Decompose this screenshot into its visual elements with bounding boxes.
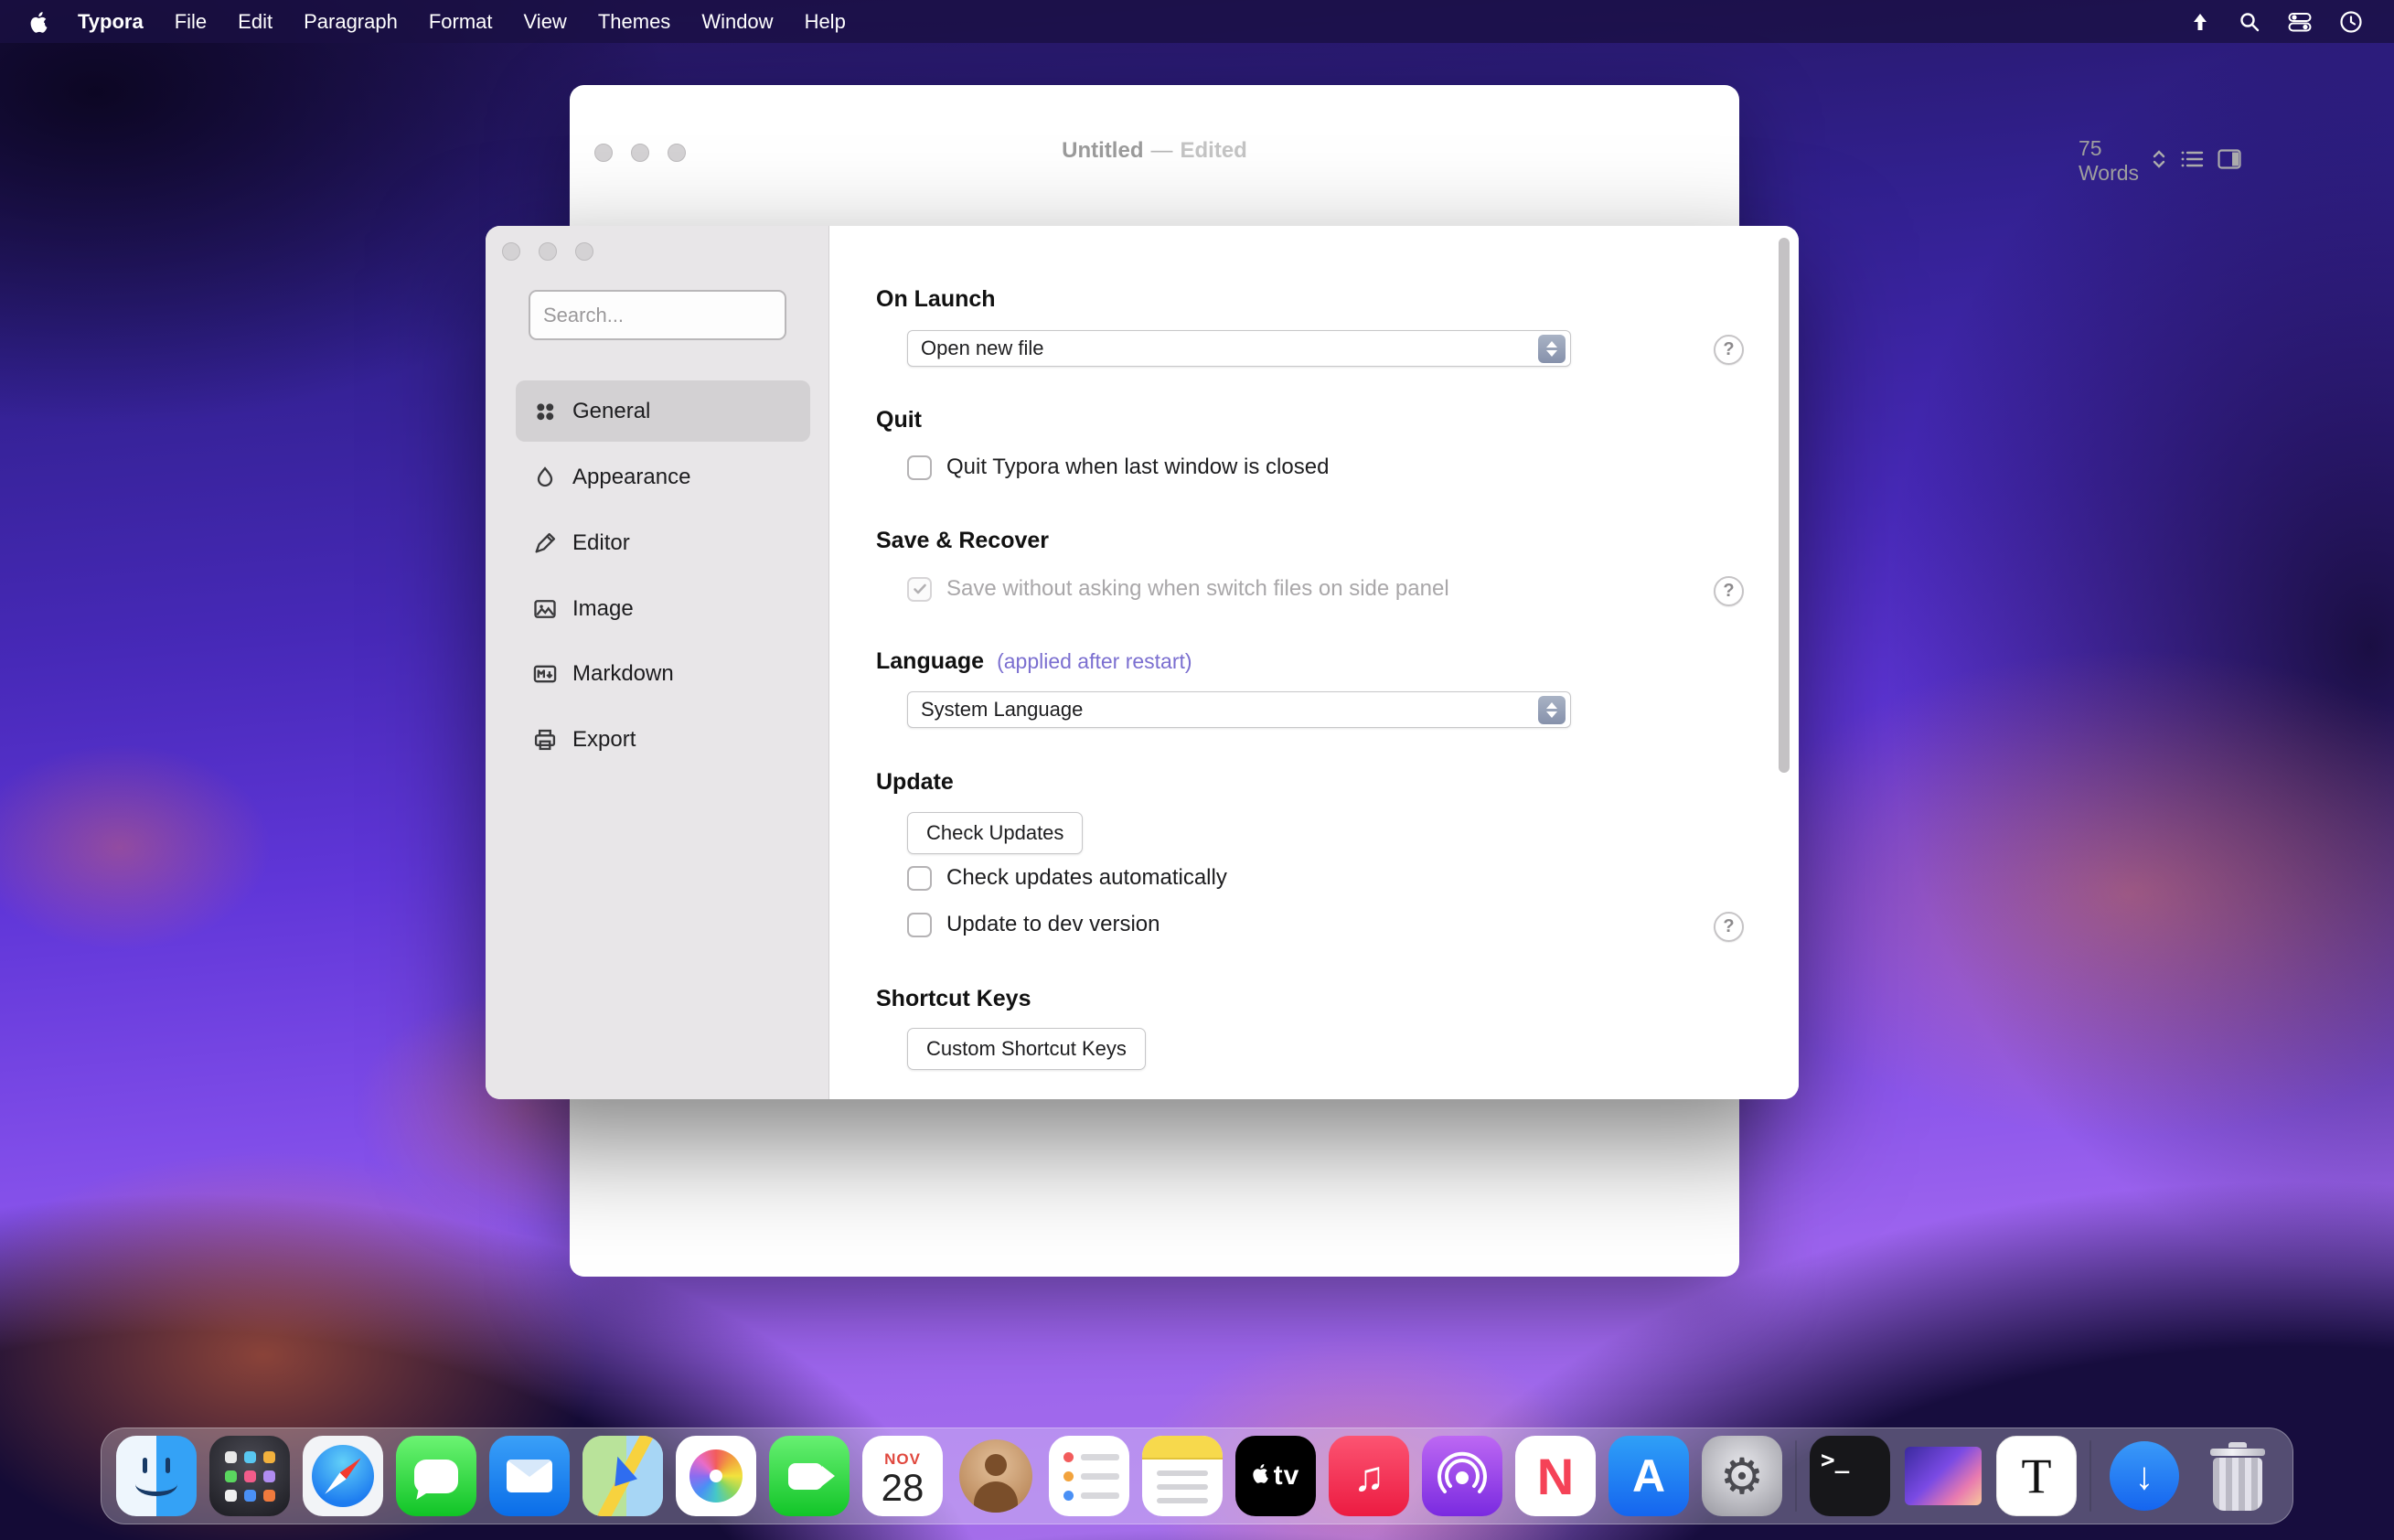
save-without-asking-checkbox[interactable] bbox=[907, 577, 932, 602]
dock-appstore-icon[interactable]: A bbox=[1608, 1436, 1689, 1516]
menu-window[interactable]: Window bbox=[686, 10, 788, 34]
shortcut-keys-heading: Shortcut Keys bbox=[876, 986, 1031, 1012]
dock-terminal-icon[interactable]: >_ bbox=[1810, 1436, 1890, 1516]
check-updates-button[interactable]: Check Updates bbox=[907, 812, 1083, 854]
dock-podcasts-icon[interactable] bbox=[1422, 1436, 1502, 1516]
quit-heading: Quit bbox=[876, 407, 922, 433]
dock-typora-icon[interactable]: T bbox=[1996, 1436, 2077, 1516]
dropdown-stepper-icon bbox=[1538, 696, 1566, 724]
sidebar-item-markdown[interactable]: Markdown bbox=[516, 643, 810, 704]
dev-version-help-button[interactable]: ? bbox=[1714, 912, 1744, 942]
podcast-waves-icon bbox=[1437, 1451, 1487, 1501]
dock-launchpad-icon[interactable] bbox=[209, 1436, 290, 1516]
dock-notes-icon[interactable] bbox=[1142, 1436, 1223, 1516]
update-heading: Update bbox=[876, 769, 954, 796]
general-grid-icon bbox=[532, 399, 558, 424]
menu-paragraph[interactable]: Paragraph bbox=[288, 10, 413, 34]
language-dropdown[interactable]: System Language bbox=[907, 691, 1571, 728]
sidebar-item-editor[interactable]: Editor bbox=[516, 512, 810, 573]
menu-file[interactable]: File bbox=[159, 10, 222, 34]
paint-drop-icon bbox=[532, 465, 558, 490]
status-arrow-icon[interactable] bbox=[2189, 11, 2211, 33]
scrollbar[interactable] bbox=[1779, 238, 1790, 773]
prefs-minimize-button[interactable] bbox=[539, 242, 557, 261]
dock-facetime-icon[interactable] bbox=[769, 1436, 850, 1516]
desktop: Typora File Edit Paragraph Format View T… bbox=[0, 0, 2394, 1540]
dock-appletv-icon[interactable]: tv bbox=[1235, 1436, 1316, 1516]
menu-themes[interactable]: Themes bbox=[582, 10, 686, 34]
dock-mail-icon[interactable] bbox=[489, 1436, 570, 1516]
dock-reminders-icon[interactable] bbox=[1049, 1436, 1129, 1516]
on-launch-heading: On Launch bbox=[876, 286, 996, 313]
dock-contacts-icon[interactable] bbox=[956, 1436, 1036, 1516]
menu-view[interactable]: View bbox=[508, 10, 582, 34]
dev-version-label: Update to dev version bbox=[946, 912, 1160, 937]
custom-shortcut-keys-button[interactable]: Custom Shortcut Keys bbox=[907, 1028, 1146, 1070]
menu-help[interactable]: Help bbox=[789, 10, 861, 34]
spotlight-search-icon[interactable] bbox=[2239, 11, 2260, 33]
dock-downloads-icon[interactable]: ↓ bbox=[2104, 1436, 2185, 1516]
dock-calendar-icon[interactable]: NOV 28 bbox=[862, 1436, 943, 1516]
save-recover-help-button[interactable]: ? bbox=[1714, 576, 1744, 606]
dock-music-icon[interactable]: ♫ bbox=[1329, 1436, 1409, 1516]
menu-bar: Typora File Edit Paragraph Format View T… bbox=[0, 0, 2394, 43]
dropdown-stepper-icon bbox=[1538, 335, 1566, 363]
calendar-day: 28 bbox=[882, 1469, 924, 1507]
language-note: (applied after restart) bbox=[997, 649, 1192, 673]
sidebar-item-export[interactable]: Export bbox=[516, 709, 810, 770]
control-center-icon[interactable] bbox=[2288, 11, 2312, 33]
sidebar-panel-icon[interactable] bbox=[2218, 148, 2241, 175]
menu-format[interactable]: Format bbox=[413, 10, 508, 34]
language-heading: Language(applied after restart) bbox=[876, 648, 1192, 675]
apple-logo-icon bbox=[1252, 1462, 1270, 1491]
printer-icon bbox=[532, 727, 558, 753]
apple-menu-icon[interactable] bbox=[26, 10, 53, 34]
search-input[interactable] bbox=[529, 290, 786, 340]
preferences-window: General Appearance Editor Image bbox=[486, 226, 1799, 1099]
dock-divider bbox=[2089, 1440, 2091, 1512]
dock: NOV 28 tv ♫ bbox=[101, 1428, 2293, 1524]
dock-divider bbox=[1795, 1440, 1797, 1512]
markdown-icon bbox=[532, 661, 558, 687]
preferences-sidebar: General Appearance Editor Image bbox=[486, 226, 829, 1099]
check-icon bbox=[912, 581, 928, 597]
outline-list-icon[interactable] bbox=[2179, 148, 2205, 175]
pencil-icon bbox=[532, 530, 558, 556]
dock-settings-icon[interactable]: ⚙ bbox=[1702, 1436, 1782, 1516]
auto-update-label: Check updates automatically bbox=[946, 865, 1227, 891]
dock-maps-icon[interactable] bbox=[582, 1436, 663, 1516]
quit-checkbox-label: Quit Typora when last window is closed bbox=[946, 455, 1329, 480]
dev-version-checkbox[interactable] bbox=[907, 913, 932, 937]
on-launch-help-button[interactable]: ? bbox=[1714, 335, 1744, 365]
dock-photos-icon[interactable] bbox=[676, 1436, 756, 1516]
dock-trash-icon[interactable] bbox=[2197, 1436, 2278, 1516]
document-title: Untitled—Edited bbox=[570, 138, 1739, 164]
dock-safari-icon[interactable] bbox=[303, 1436, 383, 1516]
word-count: 75 Words bbox=[2079, 136, 2139, 186]
prefs-close-button[interactable] bbox=[502, 242, 520, 261]
sidebar-item-general[interactable]: General bbox=[516, 380, 810, 442]
dock-screenshot-thumbnail[interactable] bbox=[1903, 1436, 1983, 1516]
prefs-traffic-lights bbox=[502, 242, 593, 261]
clock-icon[interactable] bbox=[2339, 10, 2363, 34]
quit-checkbox[interactable] bbox=[907, 455, 932, 480]
image-icon bbox=[532, 596, 558, 622]
save-without-asking-label: Save without asking when switch files on… bbox=[946, 576, 1449, 602]
menu-app-name[interactable]: Typora bbox=[62, 10, 159, 34]
word-count-stepper-icon[interactable] bbox=[2152, 148, 2166, 175]
sidebar-item-appearance[interactable]: Appearance bbox=[516, 446, 810, 508]
preferences-content: On Launch Open new file ? Quit Quit Typo… bbox=[830, 226, 1799, 1099]
dock-messages-icon[interactable] bbox=[396, 1436, 476, 1516]
sidebar-item-image[interactable]: Image bbox=[516, 578, 810, 639]
on-launch-dropdown[interactable]: Open new file bbox=[907, 330, 1571, 367]
auto-update-checkbox[interactable] bbox=[907, 866, 932, 891]
prefs-zoom-button[interactable] bbox=[575, 242, 593, 261]
save-recover-heading: Save & Recover bbox=[876, 528, 1049, 554]
dock-finder-icon[interactable] bbox=[116, 1436, 197, 1516]
menu-edit[interactable]: Edit bbox=[222, 10, 288, 34]
dock-news-icon[interactable]: N bbox=[1515, 1436, 1596, 1516]
